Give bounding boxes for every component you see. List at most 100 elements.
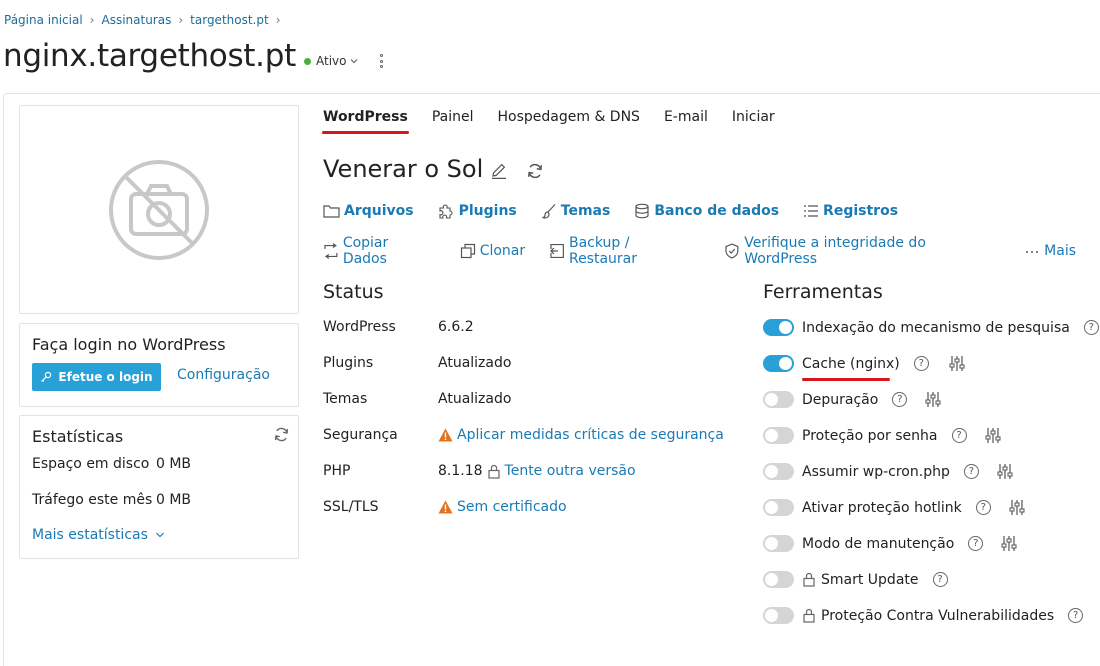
database-button[interactable]: Banco de dados xyxy=(634,203,779,219)
brush-icon xyxy=(542,204,556,219)
tab-hosting-dns[interactable]: Hospedagem & DNS xyxy=(498,109,640,132)
plugins-button[interactable]: Plugins xyxy=(438,203,517,219)
refresh-icon[interactable] xyxy=(273,426,290,443)
tool-search-indexing: Indexação do mecanismo de pesquisa ? xyxy=(763,319,1099,336)
statistics-panel: Estatísticas Espaço em disco 0 MB Tráfeg… xyxy=(19,415,299,559)
verify-integrity-button[interactable]: Verifique a integridade do WordPress xyxy=(724,235,1000,267)
plugins-status: Atualizado xyxy=(438,355,512,371)
status-row-wordpress: WordPress 6.6.2 xyxy=(323,319,474,335)
themes-status: Atualizado xyxy=(438,391,512,407)
database-icon xyxy=(635,203,649,219)
tool-label: Modo de manutenção xyxy=(802,535,955,552)
try-other-version-link[interactable]: Tente outra versão xyxy=(505,463,636,479)
no-certificate-link[interactable]: Sem certificado xyxy=(457,499,567,515)
sliders-settings-icon[interactable] xyxy=(949,355,965,372)
tool-label: Proteção Contra Vulnerabilidades xyxy=(821,607,1055,624)
login-panel-title: Faça login no WordPress xyxy=(32,335,226,354)
tool-wp-cron: Assumir wp-cron.php ? xyxy=(763,463,1013,480)
ellipsis-icon xyxy=(1026,251,1039,253)
cache-toggle[interactable] xyxy=(763,355,794,372)
status-dropdown[interactable]: Ativo xyxy=(304,54,358,68)
tool-vulnerability-protection: Proteção Contra Vulnerabilidades ? xyxy=(763,607,1084,624)
sliders-settings-icon[interactable] xyxy=(985,427,1001,444)
lock-icon xyxy=(487,464,500,479)
status-row-label: Plugins xyxy=(323,355,374,371)
sliders-settings-icon[interactable] xyxy=(925,391,941,408)
status-row-php: PHP 8.1.18 Tente outra versão xyxy=(323,463,636,479)
login-button-label: Efetue o login xyxy=(58,370,153,384)
files-button[interactable]: Arquivos xyxy=(323,203,414,219)
help-icon[interactable]: ? xyxy=(913,356,929,371)
wordpress-version: 6.6.2 xyxy=(438,319,474,335)
database-label: Banco de dados xyxy=(654,203,780,219)
breadcrumb: Página inicial › Assinaturas › targethos… xyxy=(4,13,288,27)
wordpress-login-panel: Faça login no WordPress Efetue o login C… xyxy=(19,323,299,407)
more-actions-label: Mais xyxy=(1044,243,1076,259)
tab-iniciar[interactable]: Iniciar xyxy=(732,109,775,132)
breadcrumb-subscriptions[interactable]: Assinaturas xyxy=(101,13,171,27)
warning-icon xyxy=(438,428,453,442)
status-section-title: Status xyxy=(323,281,384,303)
tool-smart-update: Smart Update ? xyxy=(763,571,948,588)
search-indexing-toggle[interactable] xyxy=(763,319,794,336)
tab-email[interactable]: E-mail xyxy=(664,109,708,132)
clone-button[interactable]: Clonar xyxy=(460,243,525,259)
tab-wordpress[interactable]: WordPress xyxy=(322,109,409,134)
apply-security-link[interactable]: Aplicar medidas críticas de segurança xyxy=(457,427,724,443)
help-icon[interactable]: ? xyxy=(892,392,908,407)
status-row-plugins: Plugins Atualizado xyxy=(323,355,511,371)
login-button[interactable]: Efetue o login xyxy=(32,363,161,391)
warning-icon xyxy=(438,500,453,514)
tool-debug: Depuração ? xyxy=(763,391,941,408)
help-icon[interactable]: ? xyxy=(975,500,991,515)
tool-label: Depuração xyxy=(802,391,879,408)
stat-disk-label: Espaço em disco xyxy=(32,456,150,472)
breadcrumb-domain[interactable]: targethost.pt xyxy=(190,13,269,27)
php-version: 8.1.18 xyxy=(438,463,483,479)
site-title: Venerar o Sol xyxy=(323,155,484,183)
help-icon[interactable]: ? xyxy=(963,464,979,479)
help-icon[interactable]: ? xyxy=(1083,320,1099,335)
plugins-label: Plugins xyxy=(458,203,517,219)
clone-label: Clonar xyxy=(479,243,526,259)
more-options-icon[interactable] xyxy=(376,52,386,70)
sliders-settings-icon[interactable] xyxy=(1009,499,1025,516)
sliders-settings-icon[interactable] xyxy=(1001,535,1017,552)
smart-update-toggle[interactable] xyxy=(763,571,794,588)
stat-traffic-row: Tráfego este mês 0 MB xyxy=(32,492,191,508)
tab-painel[interactable]: Painel xyxy=(432,109,474,132)
vulnerability-protection-toggle[interactable] xyxy=(763,607,794,624)
tool-label: Cache (nginx) xyxy=(802,355,900,372)
status-row-label: WordPress xyxy=(323,319,396,335)
debug-toggle[interactable] xyxy=(763,391,794,408)
primary-actions: Arquivos Plugins Temas Banco de dados Re… xyxy=(323,203,922,219)
tab-bar: WordPress Painel Hospedagem & DNS E-mail… xyxy=(322,109,799,134)
tools-section-title: Ferramentas xyxy=(763,281,883,303)
sync-icon[interactable] xyxy=(526,162,544,180)
breadcrumb-home[interactable]: Página inicial xyxy=(4,13,83,27)
logs-button[interactable]: Registros xyxy=(803,203,898,219)
help-icon[interactable]: ? xyxy=(932,572,948,587)
help-icon[interactable]: ? xyxy=(951,428,967,443)
backup-restore-button[interactable]: Backup / Restaurar xyxy=(549,235,700,267)
themes-button[interactable]: Temas xyxy=(541,203,610,219)
wp-cron-toggle[interactable] xyxy=(763,463,794,480)
maintenance-mode-toggle[interactable] xyxy=(763,535,794,552)
backup-restore-label: Backup / Restaurar xyxy=(568,235,638,267)
secondary-actions: Copiar Dados Clonar Backup / Restaurar V… xyxy=(323,235,1100,267)
stat-traffic-value: 0 MB xyxy=(156,492,192,508)
more-actions-button[interactable]: Mais xyxy=(1024,243,1076,259)
pencil-icon[interactable] xyxy=(490,162,508,180)
more-statistics-link[interactable]: Mais estatísticas xyxy=(32,527,166,543)
configuration-link[interactable]: Configuração xyxy=(177,367,270,383)
help-icon[interactable]: ? xyxy=(968,536,984,551)
key-icon xyxy=(41,371,52,382)
password-protection-toggle[interactable] xyxy=(763,427,794,444)
sliders-settings-icon[interactable] xyxy=(997,463,1013,480)
status-dot-icon xyxy=(304,57,311,65)
hotlink-protection-toggle[interactable] xyxy=(763,499,794,516)
help-icon[interactable]: ? xyxy=(1068,608,1084,623)
logs-label: Registros xyxy=(823,203,899,219)
status-row-ssl: SSL/TLS Sem certificado xyxy=(323,499,567,515)
copy-data-button[interactable]: Copiar Dados xyxy=(323,235,436,267)
